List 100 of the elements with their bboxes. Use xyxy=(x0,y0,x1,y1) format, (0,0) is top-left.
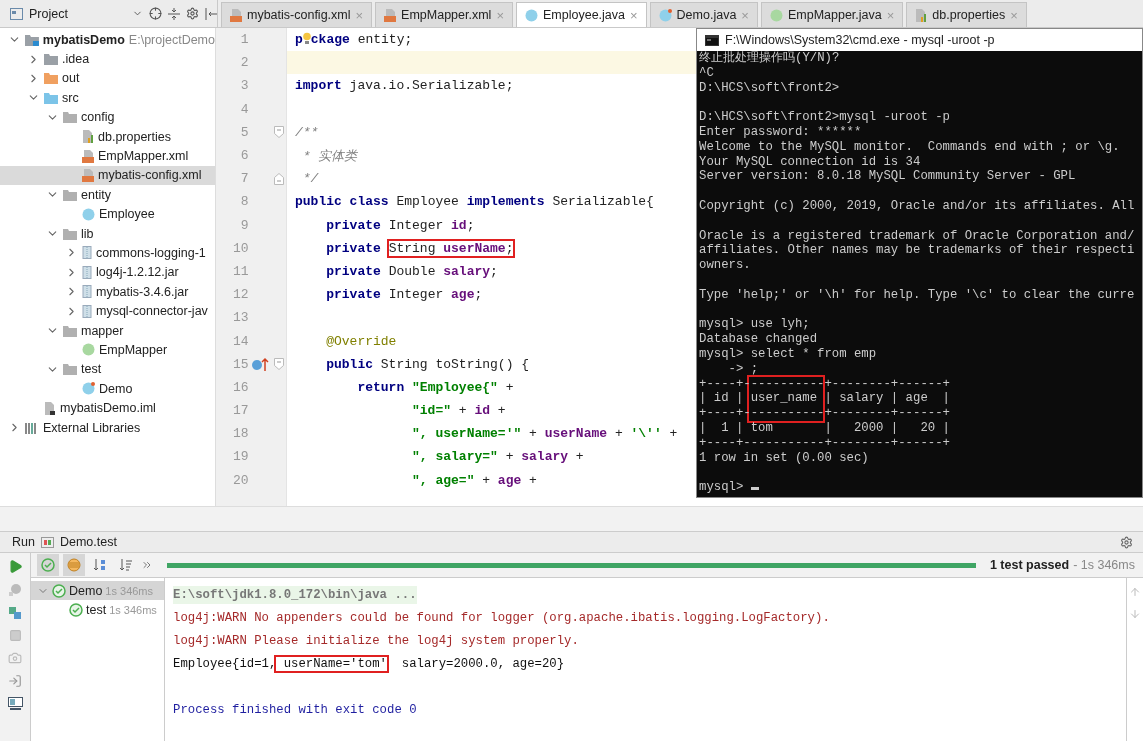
settings-icon[interactable] xyxy=(186,7,199,20)
tree-item[interactable]: config xyxy=(0,107,215,127)
line-number: 4 xyxy=(239,101,249,117)
terminal-line: Welcome to the MySQL monitor. Commands end with ; or \g. xyxy=(699,139,1120,154)
folder-icon xyxy=(44,53,58,66)
collapse-all-icon[interactable] xyxy=(168,7,180,20)
test-suite-item[interactable]: Demo 1s 346ms xyxy=(31,581,164,600)
code-text: */ xyxy=(301,171,319,187)
line-number: 2 xyxy=(239,55,249,71)
text-cursor xyxy=(750,487,759,491)
line-number: 6 xyxy=(239,148,249,164)
tab-label: Employee.java xyxy=(543,8,625,22)
terminal-line: owners. xyxy=(699,258,751,273)
line-number: 15 xyxy=(231,356,249,372)
line-number: 9 xyxy=(239,217,249,233)
console-line: log4j:WARN Please initialize the log4j system properly. xyxy=(173,632,579,650)
line-number: 1 xyxy=(239,32,249,48)
tree-item[interactable]: mybatis-config.xml xyxy=(0,165,215,186)
panel-title[interactable]: Project xyxy=(29,6,126,21)
code-text: ", salary=" + salary + xyxy=(411,449,584,465)
rerun-icon[interactable] xyxy=(8,606,22,620)
code-text: private Integer age; xyxy=(325,287,483,303)
hide-panel-icon[interactable] xyxy=(205,7,217,20)
line-number: 7 xyxy=(239,171,249,187)
code-text: @Override xyxy=(325,333,397,349)
more-icon[interactable] xyxy=(141,559,153,571)
tree-item[interactable]: mybatisDemo E:\projectDemo xyxy=(0,30,215,50)
tree-item[interactable]: Employee xyxy=(0,204,215,224)
lightbulb-icon[interactable] xyxy=(302,32,311,46)
tab-label: Demo.java xyxy=(676,8,737,22)
import-icon[interactable] xyxy=(8,674,22,688)
editor-tab[interactable]: EmpMapper.xml × xyxy=(375,2,513,27)
run-config-name[interactable]: Demo.test xyxy=(59,535,117,549)
terminal-line: mysql> select * from emp xyxy=(699,346,877,361)
code-text: import java.io.Serializable; xyxy=(295,78,514,94)
tree-item-label: Employee xyxy=(99,207,155,222)
line-number: 5 xyxy=(239,124,249,140)
code-text: "id=" + id + xyxy=(411,403,506,419)
code-text: p ckage entity; xyxy=(295,32,413,48)
tree-item[interactable]: commons-logging-1 xyxy=(0,243,215,263)
tree-item[interactable]: mybatis-3.4.6.jar xyxy=(0,282,215,302)
settings-icon[interactable] xyxy=(1120,535,1133,549)
override-icon[interactable] xyxy=(250,357,269,372)
editor-tab[interactable]: Employee.java × xyxy=(516,2,647,27)
tree-item[interactable]: mysql-connector-jav xyxy=(0,301,215,321)
code-text: * 实体类 xyxy=(301,147,358,165)
line-number: 11 xyxy=(231,263,249,279)
layout-icon[interactable] xyxy=(7,697,23,711)
panel-title[interactable]: Run xyxy=(12,535,35,549)
tree-item[interactable]: mybatisDemo.iml xyxy=(0,398,215,418)
tree-item-label: out xyxy=(62,71,80,86)
line-number: 18 xyxy=(231,426,249,442)
line-number: 12 xyxy=(231,287,249,303)
terminal-line: +----+-----------+--------+------+ xyxy=(699,435,950,450)
tree-item-label: mysql-connector-jav xyxy=(96,304,208,319)
ignored-filter-button[interactable] xyxy=(63,554,85,576)
code-text: public class Employee implements Serializable{ xyxy=(295,194,654,210)
code-text: private Double salary; xyxy=(325,263,498,279)
jar-icon xyxy=(82,246,92,260)
editor-tab[interactable]: db.properties × xyxy=(906,2,1027,27)
terminal-line: D:\HCS\soft\front2>mysql -uroot -p xyxy=(699,110,950,125)
tree-item-label: mybatis-config.xml xyxy=(98,168,202,183)
tree-item-label: Demo xyxy=(99,381,133,396)
tree-item[interactable]: External Libraries xyxy=(0,417,215,438)
tree-item[interactable]: EmpMapper.xml xyxy=(0,146,215,166)
window-title: F:\Windows\System32\cmd.exe - mysql -uroot -p xyxy=(725,33,995,47)
test-case-item[interactable]: test 1s 346ms xyxy=(31,600,164,619)
tree-item[interactable]: mapper xyxy=(0,320,215,341)
tree-item[interactable]: entity xyxy=(0,185,215,205)
tree-item[interactable]: .idea xyxy=(0,49,215,69)
line-number: 14 xyxy=(231,333,249,349)
tree-item[interactable]: db.properties xyxy=(0,126,215,147)
class-icon xyxy=(82,382,95,396)
tree-item[interactable]: log4j-1.2.12.jar xyxy=(0,262,215,283)
sort-icon xyxy=(93,558,107,572)
run-icon[interactable] xyxy=(7,559,23,574)
tree-item[interactable]: EmpMapper xyxy=(0,340,215,360)
tree-item-label: .idea xyxy=(62,52,90,67)
terminal-line: | id | user_name | salary | age | xyxy=(699,391,950,406)
console-line: Process finished with exit code 0 xyxy=(173,701,417,719)
tree-item[interactable]: test xyxy=(0,359,215,380)
editor-tab[interactable]: Demo.java × xyxy=(649,2,758,27)
terminal-line: 终止批处理操作吗(Y/N)? xyxy=(699,51,840,65)
class-icon xyxy=(82,207,95,221)
tree-item[interactable]: lib xyxy=(0,223,215,244)
module-file-icon xyxy=(44,401,56,415)
locate-icon[interactable] xyxy=(149,7,162,20)
tree-item[interactable]: Demo xyxy=(0,379,215,399)
test-duration: - 1s 346ms xyxy=(1073,558,1135,572)
tree-item-label: entity xyxy=(81,187,111,202)
editor-tab[interactable]: EmpMapper.java × xyxy=(760,2,904,27)
tree-item[interactable]: out xyxy=(0,68,215,89)
project-icon xyxy=(10,7,23,20)
tree-item[interactable]: src xyxy=(0,88,215,108)
editor-tab[interactable]: mybatis-config.xml × xyxy=(221,2,373,27)
tree-item-label: src xyxy=(62,90,79,105)
jar-icon xyxy=(82,285,92,299)
line-number: 20 xyxy=(231,472,249,488)
line-number: 13 xyxy=(231,310,249,326)
test-time: 1s 346ms xyxy=(105,584,154,597)
